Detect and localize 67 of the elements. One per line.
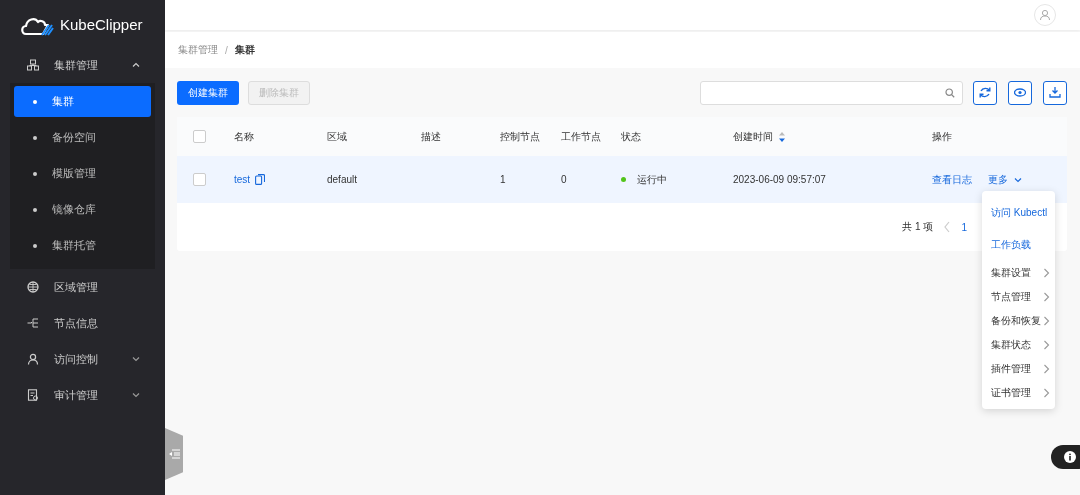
- chevron-right-icon: [1043, 292, 1050, 302]
- column-header: 控制节点: [500, 129, 540, 144]
- menu-item[interactable]: 访问 Kubectl: [982, 197, 1055, 229]
- breadcrumb-separator: /: [225, 44, 228, 56]
- info-button[interactable]: [1051, 445, 1080, 469]
- eye-icon: [1014, 86, 1026, 99]
- total-count: 共 1 项: [902, 220, 934, 234]
- menu-item[interactable]: 备份和恢复: [982, 309, 1055, 333]
- status-text: 运行中: [637, 172, 667, 187]
- nav-subitem[interactable]: 模版管理: [14, 158, 151, 189]
- create-button[interactable]: 创建集群: [177, 80, 239, 105]
- nav-subitem[interactable]: 集群: [14, 86, 151, 117]
- menu-item[interactable]: 集群设置: [982, 261, 1055, 285]
- node-icon: [27, 317, 39, 329]
- info-icon: [1064, 451, 1076, 463]
- user-icon: [27, 353, 39, 365]
- breadcrumb-link[interactable]: 集群管理: [178, 43, 218, 57]
- row-checkbox[interactable]: [193, 173, 206, 186]
- search-icon: [945, 87, 955, 98]
- menu-item[interactable]: 节点管理: [982, 285, 1055, 309]
- column-header: 工作节点: [561, 129, 601, 144]
- globe-icon: [27, 281, 39, 293]
- table-cell: 2023-06-09 09:57:07: [733, 174, 826, 185]
- nav-item[interactable]: 节点信息: [0, 305, 165, 341]
- select-all-checkbox[interactable]: [193, 130, 206, 143]
- nav-item[interactable]: 审计管理: [0, 377, 165, 413]
- table-cell: 0: [561, 174, 567, 185]
- chevron-right-icon: [1043, 340, 1050, 350]
- cluster-name-link[interactable]: test: [234, 174, 251, 185]
- column-header: 描述: [421, 129, 441, 144]
- breadcrumb-current: 集群: [234, 43, 255, 57]
- download-icon: [1049, 86, 1061, 99]
- download-button[interactable]: [1043, 80, 1067, 105]
- view-logs-link[interactable]: 查看日志: [932, 172, 972, 187]
- chevron-right-icon: [1043, 364, 1050, 374]
- nav-item[interactable]: 集群管理: [0, 47, 165, 83]
- cluster-icon: [27, 59, 39, 71]
- nav-item[interactable]: 访问控制: [0, 341, 165, 377]
- search-field[interactable]: [700, 80, 963, 105]
- page-number[interactable]: 1: [961, 221, 967, 233]
- nav-subitem[interactable]: 镜像仓库: [14, 194, 151, 225]
- chevron-right-icon: [1043, 268, 1050, 278]
- chevron-right-icon: [1043, 316, 1050, 326]
- nav-item[interactable]: 区域管理: [0, 269, 165, 305]
- sort-icon[interactable]: [778, 130, 786, 143]
- copy-icon[interactable]: [255, 174, 266, 185]
- refresh-icon: [979, 86, 991, 99]
- view-button[interactable]: [1008, 80, 1032, 105]
- column-header: 操作: [932, 129, 952, 144]
- column-header: 名称: [234, 129, 254, 144]
- document-icon: [27, 389, 39, 401]
- menu-item[interactable]: 工作负载: [982, 229, 1055, 261]
- table-cell: default: [327, 174, 358, 185]
- menu-item[interactable]: 插件管理: [982, 357, 1055, 381]
- nav-subitem[interactable]: 集群托管: [14, 230, 151, 261]
- column-header: 创建时间: [733, 129, 773, 144]
- app-name: KubeClipper: [60, 16, 143, 33]
- refresh-button[interactable]: [973, 80, 997, 105]
- more-dropdown-link[interactable]: 更多: [988, 172, 1023, 187]
- collapse-menu-icon: [168, 449, 180, 459]
- table-cell: 1: [500, 174, 506, 185]
- menu-item[interactable]: 集群状态: [982, 333, 1055, 357]
- column-header: 状态: [621, 129, 641, 144]
- column-header: 区域: [327, 129, 347, 144]
- menu-item[interactable]: 证书管理: [982, 381, 1055, 405]
- chevron-right-icon: [1043, 388, 1050, 398]
- nav-subitem[interactable]: 备份空间: [14, 122, 151, 153]
